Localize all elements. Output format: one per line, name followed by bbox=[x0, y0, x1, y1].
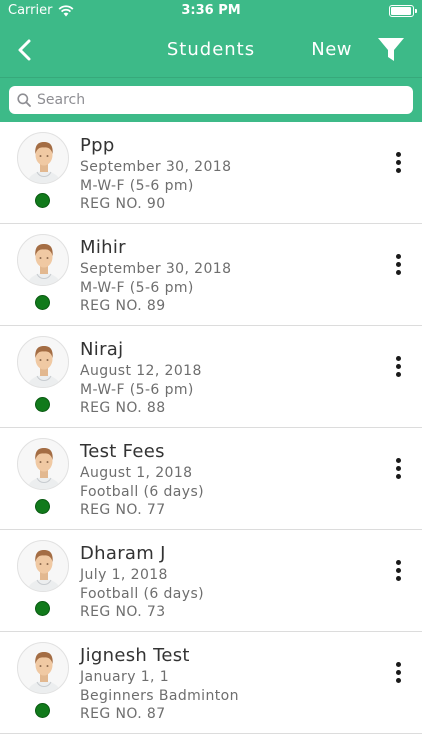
avatar bbox=[17, 438, 69, 490]
student-reg-no: REG NO. 89 bbox=[80, 298, 166, 314]
student-reg-no: REG NO. 73 bbox=[80, 604, 166, 620]
student-batch: Beginners Badminton bbox=[80, 687, 239, 704]
status-dot bbox=[35, 295, 50, 310]
student-row[interactable]: Mihir September 30, 2018 M-W-F (5-6 pm) … bbox=[0, 224, 422, 326]
more-vertical-icon bbox=[388, 356, 408, 377]
page-title: Students bbox=[166, 39, 256, 60]
more-options-button[interactable] bbox=[388, 152, 408, 178]
student-name: Dharam J bbox=[80, 543, 166, 564]
back-button[interactable] bbox=[12, 34, 40, 66]
student-list: Ppp September 30, 2018 M-W-F (5-6 pm) RE… bbox=[0, 122, 422, 750]
student-info: Niraj August 12, 2018 M-W-F (5-6 pm) REG… bbox=[80, 339, 202, 418]
student-date: September 30, 2018 bbox=[80, 261, 232, 277]
avatar bbox=[17, 540, 69, 592]
student-info: Ppp September 30, 2018 M-W-F (5-6 pm) RE… bbox=[80, 135, 231, 214]
student-batch: M-W-F (5-6 pm) bbox=[80, 177, 194, 194]
avatar bbox=[17, 132, 69, 184]
new-button[interactable]: New bbox=[311, 39, 352, 60]
student-date: August 12, 2018 bbox=[80, 363, 202, 379]
student-reg-no: REG NO. 87 bbox=[80, 706, 166, 722]
status-dot bbox=[35, 397, 50, 412]
student-reg-no: REG NO. 77 bbox=[80, 502, 166, 518]
user-avatar-icon bbox=[27, 550, 61, 591]
search-box[interactable] bbox=[9, 86, 413, 114]
student-reg-no: REG NO. 90 bbox=[80, 196, 166, 212]
chevron-left-icon bbox=[18, 39, 31, 61]
filter-button[interactable] bbox=[376, 35, 406, 65]
student-date: January 1, 1 bbox=[80, 669, 170, 685]
more-vertical-icon bbox=[388, 152, 408, 173]
more-options-button[interactable] bbox=[388, 560, 408, 586]
avatar bbox=[17, 642, 69, 694]
student-name: Mihir bbox=[80, 237, 126, 258]
student-name: Jignesh Test bbox=[80, 645, 190, 666]
student-batch: Football (6 days) bbox=[80, 585, 204, 602]
student-row[interactable]: Niraj August 12, 2018 M-W-F (5-6 pm) REG… bbox=[0, 326, 422, 428]
status-dot bbox=[35, 193, 50, 208]
search-input[interactable] bbox=[37, 87, 413, 113]
user-avatar-icon bbox=[27, 142, 61, 183]
status-bar: Carrier 3:36 PM bbox=[0, 0, 422, 22]
status-dot bbox=[35, 499, 50, 514]
student-row[interactable]: Ppp September 30, 2018 M-W-F (5-6 pm) RE… bbox=[0, 122, 422, 224]
student-info: Test Fees August 1, 2018 Football (6 day… bbox=[80, 441, 204, 520]
user-avatar-icon bbox=[27, 346, 61, 387]
more-vertical-icon bbox=[388, 254, 408, 275]
student-date: July 1, 2018 bbox=[80, 567, 168, 583]
student-row[interactable]: Dharam J July 1, 2018 Football (6 days) … bbox=[0, 530, 422, 632]
student-name: Ppp bbox=[80, 135, 115, 156]
student-info: Jignesh Test January 1, 1 Beginners Badm… bbox=[80, 645, 239, 724]
nav-bar: Students New bbox=[0, 22, 422, 78]
student-info: Mihir September 30, 2018 M-W-F (5-6 pm) … bbox=[80, 237, 231, 316]
more-vertical-icon bbox=[388, 560, 408, 581]
search-icon bbox=[17, 93, 31, 107]
battery-icon bbox=[389, 5, 417, 17]
student-row[interactable]: Test Fees August 1, 2018 Football (6 day… bbox=[0, 428, 422, 530]
student-reg-no: REG NO. 88 bbox=[80, 400, 166, 416]
status-time: 3:36 PM bbox=[181, 3, 241, 18]
student-date: September 30, 2018 bbox=[80, 159, 232, 175]
more-options-button[interactable] bbox=[388, 458, 408, 484]
avatar bbox=[17, 234, 69, 286]
status-dot bbox=[35, 703, 50, 718]
student-name: Test Fees bbox=[80, 441, 165, 462]
status-dot bbox=[35, 601, 50, 616]
student-batch: M-W-F (5-6 pm) bbox=[80, 279, 194, 296]
search-area bbox=[0, 78, 422, 122]
more-vertical-icon bbox=[388, 458, 408, 479]
more-options-button[interactable] bbox=[388, 662, 408, 688]
user-avatar-icon bbox=[27, 652, 61, 693]
more-options-button[interactable] bbox=[388, 356, 408, 382]
student-batch: Football (6 days) bbox=[80, 483, 204, 500]
student-date: August 1, 2018 bbox=[80, 465, 193, 481]
more-options-button[interactable] bbox=[388, 254, 408, 280]
user-avatar-icon bbox=[27, 244, 61, 285]
student-row[interactable]: Jignesh Test January 1, 1 Beginners Badm… bbox=[0, 632, 422, 734]
avatar bbox=[17, 336, 69, 388]
battery-fill bbox=[391, 7, 411, 15]
student-name: Niraj bbox=[80, 339, 124, 360]
more-vertical-icon bbox=[388, 662, 408, 683]
user-avatar-icon bbox=[27, 448, 61, 489]
filter-icon bbox=[378, 38, 404, 61]
student-batch: M-W-F (5-6 pm) bbox=[80, 381, 194, 398]
student-info: Dharam J July 1, 2018 Football (6 days) … bbox=[80, 543, 204, 622]
